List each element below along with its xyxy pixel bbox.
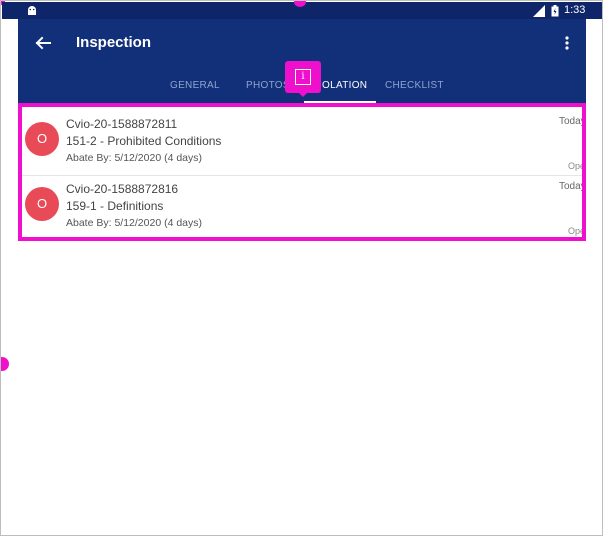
status-badge: Open	[568, 161, 586, 171]
app-window: 1:33 Inspection GENERAL PHOTOS VIOLATION…	[0, 0, 603, 536]
arrow-left-icon[interactable]	[34, 34, 52, 52]
violation-id: Cvio-20-1588872811	[66, 117, 178, 131]
battery-icon	[551, 5, 559, 17]
avatar: O	[25, 187, 59, 221]
tab-general[interactable]: GENERAL	[170, 80, 220, 91]
marker-pointer	[297, 91, 309, 97]
violation-code: 159-1 - Definitions	[66, 199, 164, 213]
info-marker: i	[285, 61, 321, 97]
abate-by: Abate By: 5/12/2020 (4 days)	[66, 152, 203, 164]
more-vert-icon[interactable]	[562, 34, 572, 52]
tab-checklist[interactable]: CHECKLIST	[385, 80, 444, 91]
status-time: 1:33	[564, 4, 586, 16]
avatar: O	[25, 122, 59, 156]
abate-by: Abate By: 5/12/2020 (4 days)	[66, 217, 203, 229]
page-title: Inspection	[76, 34, 152, 51]
marker-dot-left	[1, 357, 9, 371]
violation-date: Today	[559, 116, 586, 127]
tab-photos[interactable]: PHOTOS	[246, 80, 290, 91]
violation-code: 151-2 - Prohibited Conditions	[66, 134, 222, 148]
info-icon: i	[295, 69, 311, 85]
violation-date: Today	[559, 181, 586, 192]
list-item[interactable]: O Cvio-20-1588872811 151-2 - Prohibited …	[22, 111, 582, 175]
status-badge: Open	[568, 226, 586, 236]
violation-list: O Cvio-20-1588872811 151-2 - Prohibited …	[18, 103, 586, 241]
list-item[interactable]: O Cvio-20-1588872816 159-1 - Definitions…	[22, 175, 582, 237]
signal-icon	[533, 5, 545, 17]
violation-id: Cvio-20-1588872816	[66, 182, 179, 196]
android-icon	[28, 6, 36, 15]
